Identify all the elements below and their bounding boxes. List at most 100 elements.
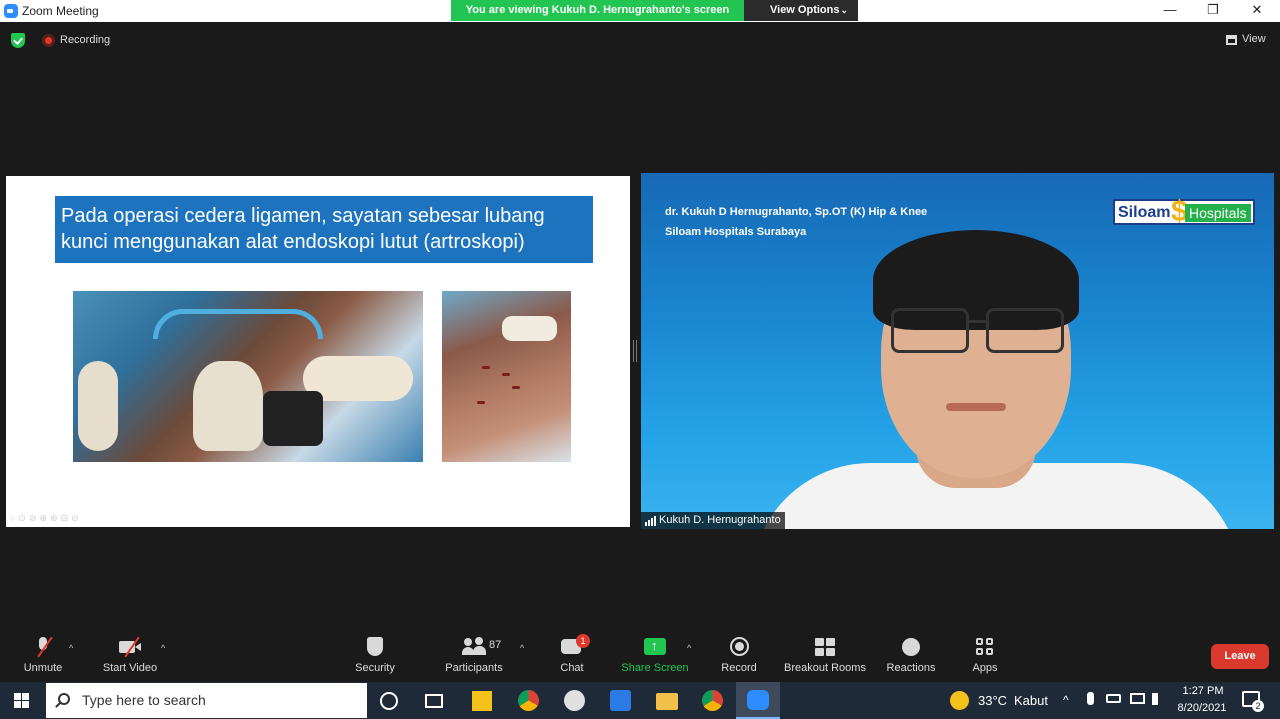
taskbar-search-input[interactable]: Type here to search [46, 683, 367, 718]
share-screen-icon: ↑ [643, 636, 667, 658]
volume-icon[interactable] [1152, 693, 1166, 705]
battery-icon[interactable] [1106, 694, 1121, 703]
word-icon[interactable] [610, 690, 631, 711]
smile-icon [899, 636, 923, 658]
task-view-icon[interactable] [425, 694, 443, 708]
participant-name-tag: Kukuh D. Hernugrahanto [641, 512, 785, 529]
unmute-button[interactable]: Unmute [18, 636, 68, 676]
shield-icon [363, 636, 387, 658]
photo-tube-shape [153, 309, 323, 339]
photo-glove-shape [78, 361, 118, 451]
zoom-app-icon [4, 4, 18, 18]
windows-taskbar: Type here to search 33°C Kabut ^ 1:27 PM… [0, 682, 1280, 719]
search-placeholder: Type here to search [82, 692, 206, 708]
start-video-button[interactable]: Start Video [99, 636, 161, 676]
reactions-button[interactable]: Reactions [884, 636, 938, 676]
record-button[interactable]: Record [717, 636, 761, 676]
zoom-taskbar-button[interactable] [736, 682, 780, 719]
incision-mark [477, 401, 485, 404]
speaker-glasses-shape [891, 308, 969, 353]
taskbar-time[interactable]: 1:27 PM [1178, 685, 1228, 697]
notifications-badge: 2 [1252, 700, 1264, 712]
logo-glyph: $ [1171, 195, 1188, 228]
window-title: Zoom Meeting [22, 4, 99, 18]
speaker-mouth-shape [946, 403, 1006, 411]
minimize-button[interactable]: — [1148, 0, 1192, 22]
view-options-label: View Options [770, 4, 840, 16]
tray-overflow-caret[interactable]: ^ [1063, 693, 1069, 707]
mic-muted-icon [31, 636, 55, 658]
view-label: View [1242, 33, 1266, 45]
chat-unread-badge: 1 [576, 634, 590, 648]
photo-glove-shape [193, 361, 263, 451]
zoom-meeting-window: Zoom Meeting — ❐ ✕ You are viewing Kukuh… [0, 0, 1280, 719]
participants-options-caret[interactable]: ^ [520, 643, 524, 653]
share-options-caret[interactable]: ^ [687, 643, 691, 653]
chat-label: Chat [560, 662, 584, 674]
video-off-icon [118, 636, 142, 658]
breakout-rooms-icon [813, 636, 837, 658]
video-options-caret[interactable]: ^ [161, 643, 165, 653]
breakout-rooms-button[interactable]: Breakout Rooms [782, 636, 868, 676]
logo-siloam-text: Siloam [1118, 204, 1171, 221]
slide-controls[interactable]: ○⊙⊘⊕⊛⊟⊝ [10, 513, 120, 525]
weather-icon[interactable] [950, 691, 969, 710]
speaker-video: dr. Kukuh D Hernugrahanto, Sp.OT (K) Hip… [641, 173, 1274, 529]
photo-device-shape [263, 391, 323, 446]
chevron-down-icon: ⌄ [840, 5, 848, 15]
siloam-logo: Siloam $ Hospitals [1113, 195, 1255, 228]
cortana-icon[interactable] [380, 692, 398, 710]
shared-screen: Pada operasi cedera ligamen, sayatan seb… [6, 176, 630, 527]
audio-options-caret[interactable]: ^ [69, 643, 73, 653]
search-icon [58, 693, 70, 705]
share-screen-label: Share Screen [621, 662, 689, 674]
windows-start-icon[interactable] [14, 693, 30, 709]
security-shield-icon[interactable] [11, 33, 25, 48]
logo-hospitals-text: Hospitals [1185, 204, 1251, 222]
share-screen-button[interactable]: ↑ Share Screen [620, 636, 690, 676]
surgery-photo [73, 291, 423, 462]
close-button[interactable]: ✕ [1235, 0, 1279, 22]
taskbar-date[interactable]: 8/20/2021 [1172, 702, 1232, 714]
file-explorer-icon[interactable] [656, 693, 678, 710]
speaker-figure [741, 228, 1251, 529]
photo-dressing-shape [502, 316, 557, 341]
snip-tool-icon[interactable] [564, 690, 585, 711]
apps-label: Apps [972, 662, 998, 674]
record-label: Record [721, 662, 757, 674]
sticky-notes-icon[interactable] [472, 691, 492, 711]
microphone-tray-icon[interactable] [1087, 692, 1094, 705]
speaker-glasses-bridge [967, 320, 989, 323]
incision-mark [482, 366, 490, 369]
security-button[interactable]: Security [350, 636, 400, 676]
view-options-button[interactable]: View Options ⌄ [744, 0, 858, 21]
reactions-label: Reactions [886, 662, 936, 674]
participants-icon [462, 636, 486, 658]
weather-condition[interactable]: Kabut [1014, 693, 1048, 708]
chrome-icon[interactable] [518, 690, 539, 711]
apps-button[interactable]: Apps [966, 636, 1004, 676]
split-view-handle[interactable] [633, 340, 637, 362]
apps-icon [973, 636, 997, 658]
signal-bars-icon [645, 516, 656, 526]
participants-label: Participants [445, 662, 503, 674]
participant-name: Kukuh D. Hernugrahanto [659, 514, 781, 526]
incision-mark [502, 373, 510, 376]
restore-button[interactable]: ❐ [1191, 0, 1235, 22]
recording-icon [42, 34, 55, 47]
chrome-profile-icon[interactable] [702, 690, 723, 711]
weather-temperature[interactable]: 33°C [978, 693, 1007, 708]
zoom-icon [747, 690, 769, 710]
slide-title: Pada operasi cedera ligamen, sayatan seb… [55, 196, 593, 263]
view-button[interactable]: View [1226, 33, 1266, 45]
share-banner: You are viewing Kukuh D. Hernugrahanto's… [451, 0, 744, 21]
participants-count: 87 [489, 639, 502, 651]
speaker-glasses-shape [986, 308, 1064, 353]
record-icon [727, 636, 751, 658]
unmute-label: Unmute [23, 662, 63, 674]
view-grid-icon [1226, 35, 1237, 45]
knee-incision-photo [442, 291, 571, 462]
leave-button[interactable]: Leave [1211, 644, 1269, 669]
network-icon[interactable] [1130, 693, 1145, 704]
breakout-rooms-label: Breakout Rooms [784, 662, 866, 674]
